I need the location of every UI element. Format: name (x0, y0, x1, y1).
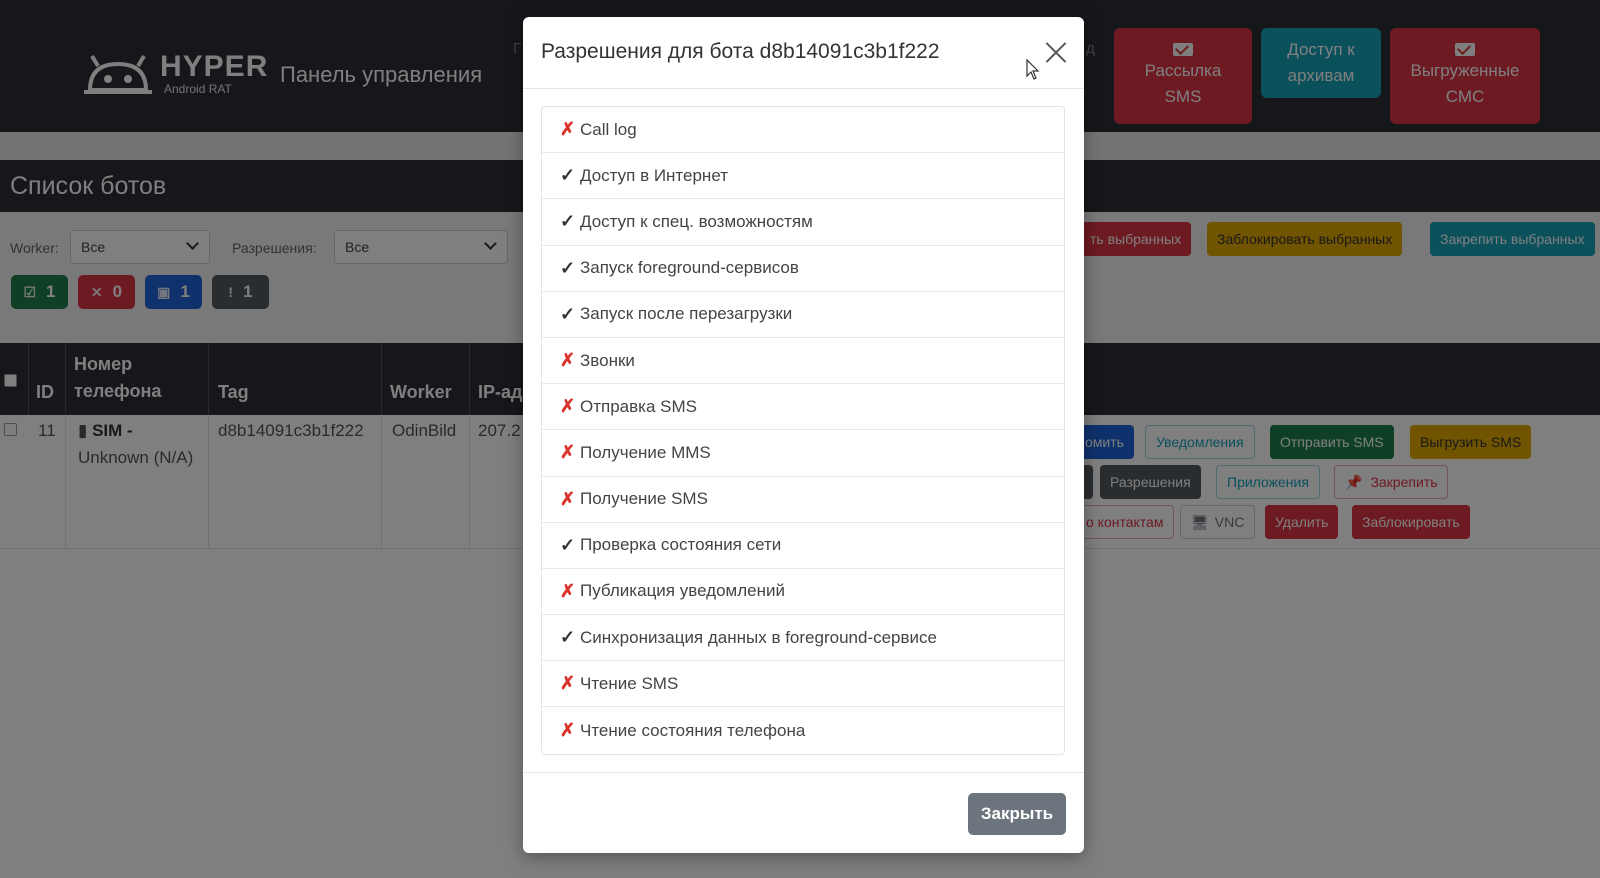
modal-footer: Закрыть (523, 772, 1084, 853)
cross-mark-icon: ✗ (560, 720, 576, 741)
list-item: ✗ Публикация уведомлений (542, 569, 1064, 616)
check-mark-icon: ✓ (560, 534, 576, 555)
list-item: ✓ Запуск foreground-сервисов (542, 246, 1064, 292)
list-item: ✗ Получение SMS (542, 477, 1064, 523)
list-item: ✗ Получение MMS (542, 430, 1064, 477)
cross-mark-icon: ✗ (560, 119, 576, 140)
cross-mark-icon: ✗ (560, 396, 576, 417)
cross-mark-icon: ✗ (560, 673, 576, 694)
list-item: ✗ Отправка SMS (542, 384, 1064, 431)
list-item: ✗ Чтение состояния телефона (560, 720, 806, 741)
cross-mark-icon: ✗ (560, 442, 576, 463)
close-button[interactable]: Закрыть (968, 793, 1066, 835)
check-mark-icon: ✓ (560, 165, 576, 186)
list-item: ✗ Звонки (542, 338, 1064, 385)
list-item: ✓ Доступ к спец. возможностям (542, 199, 1064, 246)
list-item: ✓ Запуск после перезагрузки (542, 292, 1064, 338)
permissions-modal: Разрешения для бота d8b14091c3b1f222 ✗ Ca… (523, 17, 1084, 853)
cross-mark-icon: ✗ (560, 580, 576, 601)
close-icon[interactable] (1043, 39, 1069, 65)
modal-header: Разрешения для бота d8b14091c3b1f222 (523, 17, 1084, 89)
cross-mark-icon: ✗ (560, 488, 576, 509)
list-item: ✓ Проверка состояния сети (542, 523, 1064, 569)
list-item: ✗ Call log (542, 107, 1064, 154)
modal-title: Разрешения для бота d8b14091c3b1f222 (541, 40, 940, 63)
list-item: ✗ Чтение SMS (542, 661, 1064, 708)
check-mark-icon: ✓ (560, 627, 576, 648)
check-mark-icon: ✓ (560, 257, 576, 278)
check-mark-icon: ✓ (560, 303, 576, 324)
cross-mark-icon: ✗ (560, 350, 576, 371)
list-item: ✓ Синхронизация данных в foreground-серви… (542, 615, 1064, 662)
mouse-cursor-icon (1026, 58, 1040, 80)
list-item: ✓ Доступ в Интернет (542, 153, 1064, 200)
permissions-list: ✗ Call log ✓ Доступ в Интернет ✓ Доступ к с… (541, 106, 1065, 755)
check-mark-icon: ✓ (560, 211, 576, 232)
